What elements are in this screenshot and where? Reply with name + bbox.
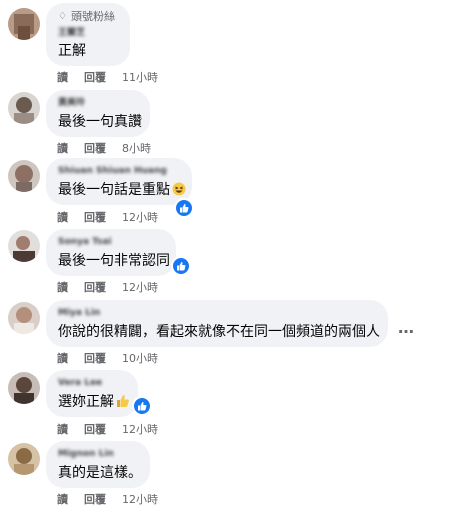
comment-actions: 讀 回覆 12小時 xyxy=(57,491,158,507)
read-button[interactable]: 讀 xyxy=(57,69,68,85)
reply-button[interactable]: 回覆 xyxy=(84,279,106,295)
comment-timestamp[interactable]: 8小時 xyxy=(122,140,151,156)
read-button[interactable]: 讀 xyxy=(57,209,68,225)
read-button[interactable]: 讀 xyxy=(57,491,68,507)
comment-author[interactable]: Sonya Tsai xyxy=(58,236,164,248)
top-fan-badge: ♢ 頭號粉絲 xyxy=(58,10,115,23)
avatar[interactable] xyxy=(8,302,40,334)
comment-text: 最後一句真讚 xyxy=(58,114,142,130)
reply-button[interactable]: 回覆 xyxy=(84,350,106,366)
comment-author[interactable]: Mignon Lin xyxy=(58,448,138,460)
comment-timestamp[interactable]: 10小時 xyxy=(122,350,158,366)
diamond-icon: ♢ xyxy=(58,11,67,22)
read-button[interactable]: 讀 xyxy=(57,279,68,295)
comment-timestamp[interactable]: 11小時 xyxy=(122,69,158,85)
comment-actions: 讀 回覆 12小時 xyxy=(57,421,158,437)
comment-actions: 讀 回覆 11小時 xyxy=(57,69,158,85)
comment-bubble: 黃美玲 最後一句真讚 xyxy=(46,90,150,137)
reply-button[interactable]: 回覆 xyxy=(84,491,106,507)
comment-bubble: ♢ 頭號粉絲 王蘭芝 正解 xyxy=(46,3,130,66)
comment-bubble: Mignon Lin 真的是這樣。 xyxy=(46,441,150,488)
like-reaction-icon[interactable] xyxy=(174,198,194,218)
avatar[interactable] xyxy=(8,92,40,124)
thumbs-up-emoji xyxy=(116,394,130,414)
comment-author[interactable]: Shiuan Shiuan Huang xyxy=(58,165,180,177)
like-reaction-icon[interactable] xyxy=(132,396,152,416)
reply-button[interactable]: 回覆 xyxy=(84,209,106,225)
comment-timestamp[interactable]: 12小時 xyxy=(122,491,158,507)
avatar[interactable] xyxy=(8,443,40,475)
avatar[interactable] xyxy=(8,8,40,40)
avatar[interactable] xyxy=(8,372,40,404)
comment-text: 最後一句非常認同 xyxy=(58,253,170,269)
read-button[interactable]: 讀 xyxy=(57,350,68,366)
like-reaction-icon[interactable] xyxy=(171,256,191,276)
more-options-icon[interactable]: … xyxy=(398,318,415,337)
reply-button[interactable]: 回覆 xyxy=(84,421,106,437)
comment-timestamp[interactable]: 12小時 xyxy=(122,421,158,437)
comment-actions: 讀 回覆 12小時 xyxy=(57,279,158,295)
comment-bubble: Shiuan Shiuan Huang 最後一句話是重點 xyxy=(46,158,192,205)
comment-text: 真的是這樣。 xyxy=(58,465,142,481)
comment-actions: 讀 回覆 8小時 xyxy=(57,140,151,156)
comment-text: 選妳正解 xyxy=(58,393,129,414)
comment-bubble: Vera Lee 選妳正解 xyxy=(46,370,138,417)
comment-actions: 讀 回覆 12小時 xyxy=(57,209,158,225)
comment-author[interactable]: 王蘭芝 xyxy=(58,27,118,39)
comment-author[interactable]: Vera Lee xyxy=(58,377,126,389)
comment-author[interactable]: Miya Lin xyxy=(58,307,376,319)
comment-bubble: Sonya Tsai 最後一句非常認同 xyxy=(46,229,176,276)
comment-timestamp[interactable]: 12小時 xyxy=(122,279,158,295)
reply-button[interactable]: 回覆 xyxy=(84,140,106,156)
avatar[interactable] xyxy=(8,160,40,192)
comment-timestamp[interactable]: 12小時 xyxy=(122,209,158,225)
comment-bubble: Miya Lin 你說的很精闢，看起來就像不在同一個頻道的兩個人 xyxy=(46,300,388,347)
read-button[interactable]: 讀 xyxy=(57,421,68,437)
avatar[interactable] xyxy=(8,230,40,262)
reply-button[interactable]: 回覆 xyxy=(84,69,106,85)
comment-actions: 讀 回覆 10小時 xyxy=(57,350,158,366)
comment-text: 你說的很精闢，看起來就像不在同一個頻道的兩個人 xyxy=(58,324,380,340)
comment-author[interactable]: 黃美玲 xyxy=(58,97,138,109)
comment-text: 最後一句話是重點 xyxy=(58,181,186,202)
read-button[interactable]: 讀 xyxy=(57,140,68,156)
comment-text: 正解 xyxy=(58,43,86,59)
